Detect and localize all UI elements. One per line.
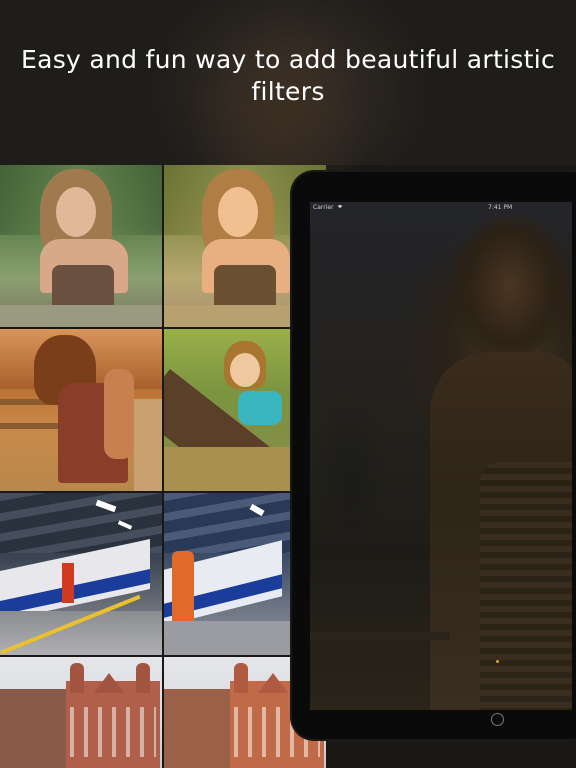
preview-sparkle: [496, 660, 499, 663]
filter-gallery-grid: [0, 165, 326, 768]
ipad-device-frame: Carrier 7:41 PM: [292, 172, 576, 739]
status-carrier: Carrier: [313, 204, 334, 211]
hero-headline: Easy and fun way to add beautiful artist…: [20, 45, 556, 106]
gallery-tile-forest-original[interactable]: [0, 165, 162, 327]
home-button-icon[interactable]: [491, 713, 504, 726]
gallery-tile-fence-sepia[interactable]: [0, 329, 162, 491]
device-screen-preview[interactable]: Carrier 7:41 PM: [310, 202, 572, 710]
preview-tree-left: [310, 352, 400, 612]
gallery-tile-subway-original[interactable]: [0, 493, 162, 655]
gallery-tile-building-original[interactable]: [0, 657, 162, 768]
wifi-icon: [337, 205, 343, 209]
gallery-tile-subway-cool[interactable]: [164, 493, 292, 655]
preview-fence: [310, 632, 450, 640]
